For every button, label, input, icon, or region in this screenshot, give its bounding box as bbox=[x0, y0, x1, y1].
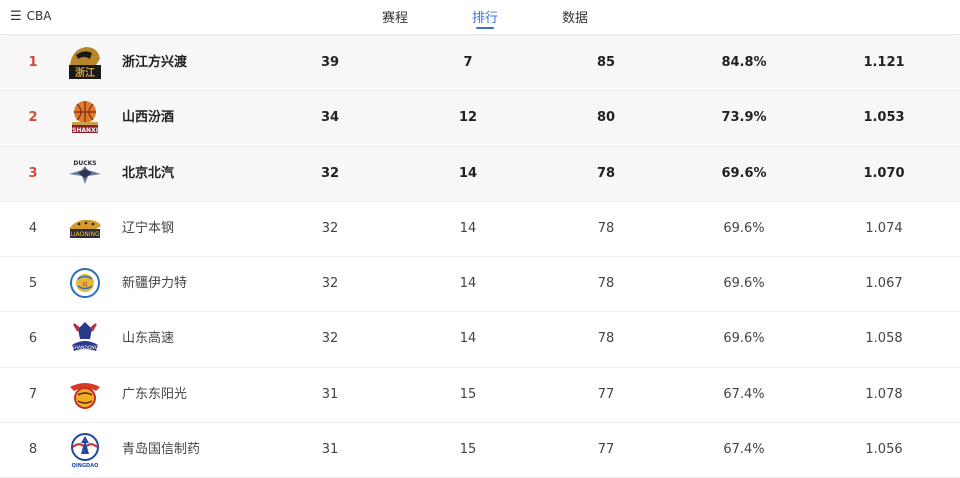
table-row[interactable]: 8 QINGDAO 青岛国信制药 31 15 77 67.4% 1.056 bbox=[0, 423, 960, 478]
ratio-cell: 1.058 bbox=[865, 331, 903, 347]
losses-cell: 15 bbox=[459, 442, 477, 458]
rank-cell: 5 bbox=[28, 276, 38, 292]
svg-text:QINGDAO: QINGDAO bbox=[72, 463, 99, 469]
svg-text:SHANXI: SHANXI bbox=[72, 127, 98, 134]
svg-text:浙江: 浙江 bbox=[75, 66, 95, 79]
rank-cell: 7 bbox=[28, 386, 38, 402]
points-cell: 77 bbox=[597, 442, 615, 458]
table-row[interactable]: 4 LIAONING 辽宁本钢 32 14 78 69.6% 1.074 bbox=[0, 202, 960, 258]
points-cell: 80 bbox=[596, 110, 616, 126]
table-row[interactable]: 7 广东东阳光 31 15 77 67.4% 1.078 bbox=[0, 368, 960, 424]
team-name[interactable]: 青岛国信制药 bbox=[122, 423, 200, 477]
nav-tabs: 赛程 排行 数据 bbox=[0, 0, 960, 34]
tab-schedule[interactable]: 赛程 bbox=[382, 7, 408, 26]
points-cell: 77 bbox=[597, 386, 615, 402]
win-percentage-cell: 67.4% bbox=[723, 386, 765, 402]
losses-cell: 7 bbox=[463, 55, 473, 70]
ratio-cell: 1.053 bbox=[863, 110, 905, 126]
rank-cell: 3 bbox=[28, 165, 38, 181]
qingdao-eagles-logo: QINGDAO bbox=[66, 430, 104, 470]
shandong-dragon-logo: SHANDONG bbox=[66, 319, 104, 359]
losses-cell: 15 bbox=[459, 386, 477, 402]
xinjiang-tigers-logo: XJ bbox=[66, 264, 104, 304]
table-row[interactable]: 2 SHANXI 山西汾酒 34 12 80 73.9% 1.053 bbox=[0, 91, 960, 147]
ratio-cell: 1.067 bbox=[865, 276, 903, 292]
zhejiang-lion-logo: 浙江 bbox=[66, 43, 104, 83]
rank-cell: 2 bbox=[28, 110, 38, 126]
win-percentage-cell: 84.8% bbox=[721, 55, 767, 70]
svg-text:SHANDONG: SHANDONG bbox=[72, 345, 99, 351]
losses-cell: 14 bbox=[458, 165, 478, 181]
team-name[interactable]: 广东东阳光 bbox=[122, 368, 187, 422]
win-percentage-cell: 69.6% bbox=[723, 331, 765, 347]
wins-cell: 32 bbox=[320, 165, 340, 181]
wins-cell: 31 bbox=[321, 386, 339, 402]
wins-cell: 39 bbox=[320, 55, 340, 70]
losses-cell: 14 bbox=[459, 276, 477, 292]
losses-cell: 14 bbox=[459, 220, 477, 236]
win-percentage-cell: 69.6% bbox=[723, 220, 765, 236]
ratio-cell: 1.121 bbox=[863, 55, 905, 70]
svg-text:LIAONING: LIAONING bbox=[70, 231, 100, 238]
rank-cell: 4 bbox=[28, 220, 38, 236]
ratio-cell: 1.078 bbox=[865, 386, 903, 402]
team-name[interactable]: 新疆伊力特 bbox=[122, 257, 187, 311]
liaoning-leopards-logo: LIAONING bbox=[66, 209, 104, 249]
wins-cell: 31 bbox=[321, 442, 339, 458]
wins-cell: 32 bbox=[321, 276, 339, 292]
team-name[interactable]: 辽宁本钢 bbox=[122, 202, 174, 256]
wins-cell: 32 bbox=[321, 331, 339, 347]
active-tab-indicator bbox=[475, 27, 494, 29]
svg-text:XJ: XJ bbox=[83, 282, 88, 288]
table-row[interactable]: 6 SHANDONG 山东高速 32 14 78 69.6% 1.058 bbox=[0, 312, 960, 368]
table-row[interactable]: 3 DUCKS 北京北汽 32 14 78 69.6% 1.070 bbox=[0, 146, 960, 202]
points-cell: 78 bbox=[596, 165, 616, 181]
team-name[interactable]: 浙江方兴渡 bbox=[122, 36, 187, 90]
win-percentage-cell: 69.6% bbox=[723, 276, 765, 292]
guangdong-tigers-logo bbox=[66, 375, 104, 415]
table-row[interactable]: 5 XJ 新疆伊力特 32 14 78 69.6% 1.067 bbox=[0, 257, 960, 313]
ratio-cell: 1.074 bbox=[865, 220, 903, 236]
win-percentage-cell: 73.9% bbox=[721, 110, 767, 126]
team-name[interactable]: 北京北汽 bbox=[122, 147, 174, 201]
win-percentage-cell: 69.6% bbox=[721, 165, 767, 181]
tab-stats[interactable]: 数据 bbox=[562, 7, 588, 26]
shanxi-basketball-logo: SHANXI bbox=[66, 98, 104, 138]
standings-table: 1 浙江 浙江方兴渡 39 7 85 84.8% 1.121 2 SHANXI 山西汾酒 34 12 80… bbox=[0, 36, 960, 478]
team-name[interactable]: 山东高速 bbox=[122, 312, 174, 366]
points-cell: 78 bbox=[597, 220, 615, 236]
losses-cell: 14 bbox=[459, 331, 477, 347]
table-row[interactable]: 1 浙江 浙江方兴渡 39 7 85 84.8% 1.121 bbox=[0, 36, 960, 92]
tab-standings[interactable]: 排行 bbox=[471, 7, 499, 29]
ratio-cell: 1.056 bbox=[865, 442, 903, 458]
rank-cell: 8 bbox=[28, 442, 38, 458]
tab-standings-label: 排行 bbox=[471, 11, 499, 26]
points-cell: 78 bbox=[597, 331, 615, 347]
top-nav-bar: ☰ CBA 赛程 排行 数据 bbox=[0, 0, 960, 35]
svg-text:DUCKS: DUCKS bbox=[73, 160, 96, 167]
ratio-cell: 1.070 bbox=[863, 165, 905, 181]
rank-cell: 6 bbox=[28, 331, 38, 347]
losses-cell: 12 bbox=[458, 110, 478, 126]
beijing-ducks-logo: DUCKS bbox=[66, 154, 104, 194]
wins-cell: 34 bbox=[320, 110, 340, 126]
wins-cell: 32 bbox=[321, 220, 339, 236]
win-percentage-cell: 67.4% bbox=[723, 442, 765, 458]
points-cell: 85 bbox=[596, 55, 616, 70]
rank-cell: 1 bbox=[28, 55, 38, 70]
points-cell: 78 bbox=[597, 276, 615, 292]
team-name[interactable]: 山西汾酒 bbox=[122, 91, 174, 145]
